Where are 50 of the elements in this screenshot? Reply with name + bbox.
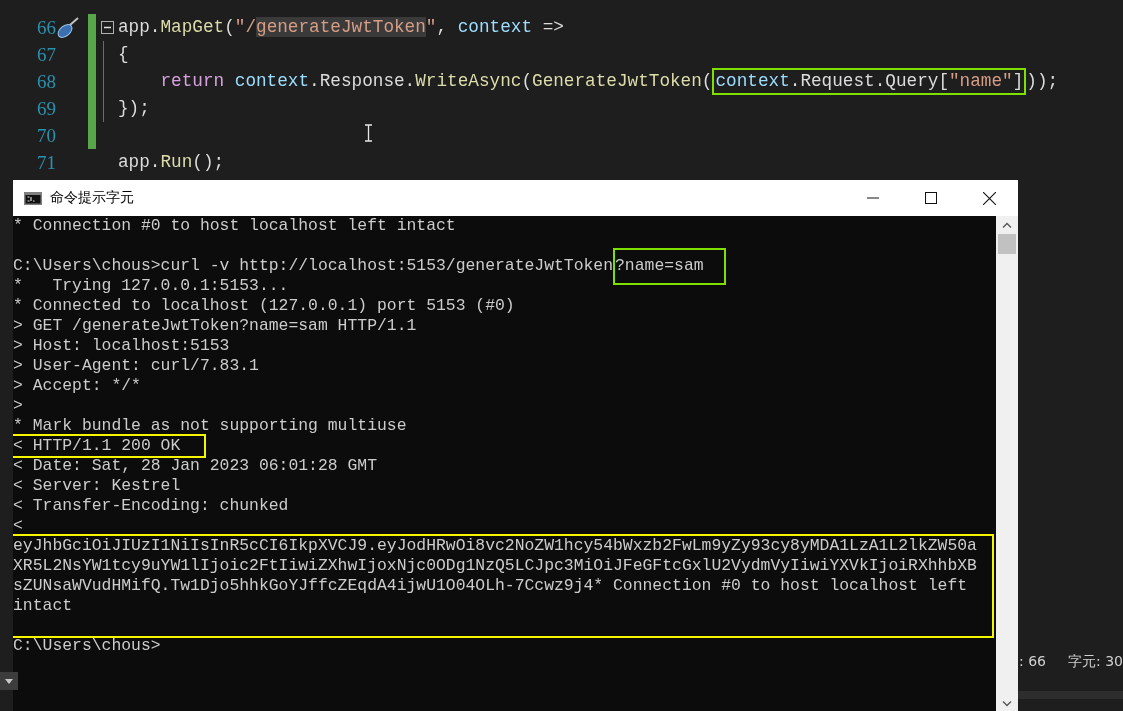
terminal-line: < Transfer-Encoding: chunked <box>13 496 289 516</box>
line-number: 69 <box>37 97 56 120</box>
scrollbar[interactable] <box>996 216 1019 711</box>
terminal-line: > <box>13 396 23 416</box>
terminal-line: > Host: localhost:5153 <box>13 336 230 356</box>
console-icon <box>24 191 43 205</box>
code-text: app.Run(); <box>117 151 226 174</box>
dropdown-button[interactable] <box>0 672 18 690</box>
terminal-line: eyJhbGciOiJIUzI1NiIsInR5cCI6IkpXVCJ9.eyJodHRwOi8vc2NoZW1hcy54bWxzb2FwLm9yZy93cy8yMDA1LzA1L2lkZW50a <box>13 536 977 556</box>
scroll-down-icon[interactable] <box>1002 701 1013 707</box>
caret-icon <box>5 678 13 684</box>
terminal-line: C:\Users\chous> <box>13 636 161 656</box>
highlighted-code: context.Request.Query["name"] <box>712 68 1027 95</box>
code-text: }); <box>117 97 151 120</box>
close-icon <box>982 191 996 205</box>
terminal-line: < Server: Kestrel <box>13 476 181 496</box>
text-cursor-icon <box>364 124 373 142</box>
line-number: 70 <box>37 124 56 147</box>
maximize-icon <box>925 192 938 204</box>
code-text: { <box>117 43 130 66</box>
terminal-line: < <box>13 516 23 536</box>
line-number: 68 <box>37 70 56 93</box>
column-indicator: 字元: 30 <box>1068 652 1123 671</box>
minimize-icon <box>867 197 880 199</box>
scroll-thumb[interactable] <box>998 234 1017 254</box>
terminal-line: sZUNsaWVudHMifQ.Tw1Djo5hhkGoYJffcZEqdA4ijwU1O04OLh-7Ccwz9j4* Connection #0 to host localhost left <box>13 576 968 596</box>
line-indicator: : 66 <box>1019 652 1046 669</box>
terminal-line: < Date: Sat, 28 Jan 2023 06:01:28 GMT <box>13 456 377 476</box>
scroll-up-icon[interactable] <box>1002 222 1013 228</box>
terminal-line: > GET /generateJwtToken?name=sam HTTP/1.1 <box>13 316 417 336</box>
code-text: app.MapGet("/generateJwtToken", context => <box>117 16 565 39</box>
terminal-line: * Trying 127.0.0.1:5153... <box>13 276 289 296</box>
terminal-line: XR5L2NsYW1tcy9uYW1lIjoic2FtIiwiZXhwIjoxNjc0ODg1NzQ5LCJpc3MiOiJFeGFtcGxlU2VydmVyIiwiYXVkIjoiRXhhbXB <box>13 556 977 576</box>
terminal-line: * Connection #0 to host localhost left intact <box>13 216 456 236</box>
terminal-line: > Accept: */* <box>13 376 141 396</box>
code-text: return context.Response.WriteAsync(GenerateJwtToken( <box>159 70 714 93</box>
terminal-line: C:\Users\chous>curl -v http://localhost:5153/generateJwtToken <box>13 256 614 276</box>
terminal-line: intact <box>13 596 73 616</box>
code-text: )); <box>1025 70 1060 93</box>
collapse-icon[interactable] <box>100 21 114 34</box>
terminal-line: > User-Agent: curl/7.83.1 <box>13 356 259 376</box>
terminal-line: < HTTP/1.1 200 OK <box>13 436 181 456</box>
highlighted-text: ?name=sam <box>613 248 726 285</box>
line-number: 71 <box>37 151 56 174</box>
window-title: 命令提示字元 <box>50 189 135 207</box>
terminal-line: * Connected to localhost (127.0.0.1) port 5153 (#0) <box>13 296 515 316</box>
terminal-line: * Mark bundle as not supporting multiuse <box>13 416 407 436</box>
line-number: 67 <box>37 43 56 66</box>
screwdriver-icon[interactable] <box>56 16 80 39</box>
line-number: 66 <box>37 16 56 39</box>
